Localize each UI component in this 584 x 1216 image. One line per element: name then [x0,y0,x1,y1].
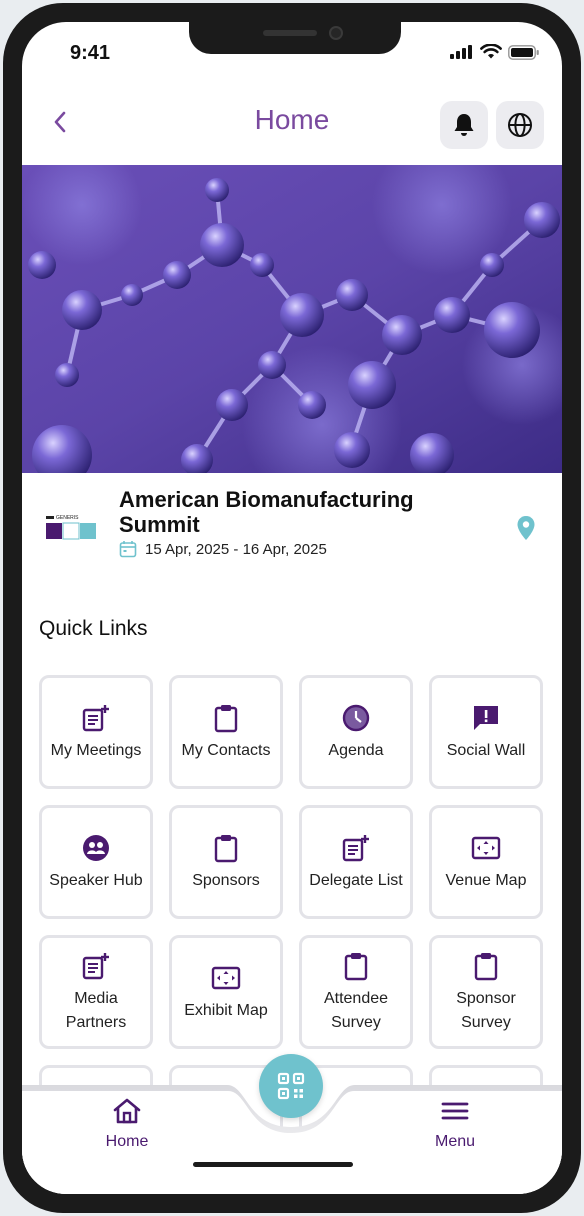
phone-frame: 9:41 Home GENERIS American Biomanufactur… [3,3,581,1213]
note-plus-icon [339,831,373,865]
qr-scan-button[interactable] [259,1054,323,1118]
alert-message-icon [469,701,503,735]
clipboard-icon [209,831,243,865]
note-plus-icon [79,949,113,983]
notch [189,22,401,54]
tile-exhibit-map[interactable]: Exhibit Map [169,935,283,1049]
language-button[interactable] [496,101,544,149]
tile-social-wall[interactable]: Social Wall [429,675,543,789]
hero-molecule-image [22,165,562,473]
clock-icon [339,701,373,735]
tile-my-contacts[interactable]: My Contacts [169,675,283,789]
clipboard-icon [339,949,373,983]
globe-icon [508,113,532,137]
event-logo-top-text: GENERIS [56,515,79,521]
map-frame-icon [209,961,243,995]
tile-media-partners[interactable]: Media Partners [39,935,153,1049]
tile-label: Venue Map [445,872,527,889]
tile-label: Sponsors [192,872,260,889]
hamburger-menu-icon [441,1102,469,1120]
bottom-navigation: Home Menu [22,1054,562,1194]
nav-home[interactable]: Home [82,1097,172,1151]
tile-venue-map[interactable]: Venue Map [429,805,543,919]
tile-speaker-hub[interactable]: Speaker Hub [39,805,153,919]
nav-home-label: Home [105,1133,149,1150]
bell-icon [454,114,474,136]
tile-label: Sponsor Survey [456,990,516,1031]
map-frame-icon [469,831,503,865]
event-date-row: 15 Apr, 2025 - 16 Apr, 2025 [119,540,327,558]
calendar-icon [119,541,137,558]
tile-agenda[interactable]: Agenda [299,675,413,789]
event-title: American Biomanufacturing Summit [119,487,414,537]
qr-code-icon [277,1072,305,1100]
tile-label: My Contacts [181,742,271,759]
location-pin-icon[interactable] [516,515,536,541]
tile-label: Media Partners [65,990,127,1031]
front-camera [329,26,343,40]
group-icon [79,831,113,865]
tile-label: Speaker Hub [49,872,143,889]
status-icons [450,44,540,60]
home-indicator [193,1162,353,1167]
status-time: 9:41 [70,42,111,64]
notifications-button[interactable] [440,101,488,149]
speaker-grille [263,30,317,36]
tile-label: Agenda [328,742,384,759]
event-dates: 15 Apr, 2025 - 16 Apr, 2025 [145,540,327,558]
note-plus-icon [79,701,113,735]
tile-label: My Meetings [50,742,142,759]
wifi-icon [480,44,502,59]
home-icon [113,1098,141,1124]
nav-menu[interactable]: Menu [410,1097,500,1151]
clipboard-icon [209,701,243,735]
signal-icon [450,45,472,59]
tile-sponsors[interactable]: Sponsors [169,805,283,919]
clipboard-icon [469,949,503,983]
quick-links-heading: Quick Links [39,617,148,640]
tile-attendee-survey[interactable]: Attendee Survey [299,935,413,1049]
event-logo: GENERIS [46,513,96,541]
event-summary: GENERIS American Biomanufacturing Summit… [22,473,562,583]
nav-menu-label: Menu [434,1133,476,1150]
tile-label: Exhibit Map [184,1002,268,1019]
tile-label: Social Wall [446,742,526,759]
screen: 9:41 Home GENERIS American Biomanufactur… [22,22,562,1194]
tile-label: Delegate List [309,872,403,889]
tile-label: Attendee Survey [323,990,389,1031]
tile-delegate-list[interactable]: Delegate List [299,805,413,919]
tile-sponsor-survey[interactable]: Sponsor Survey [429,935,543,1049]
tile-my-meetings[interactable]: My Meetings [39,675,153,789]
battery-icon [508,44,539,60]
molecule-illustration [22,165,562,473]
